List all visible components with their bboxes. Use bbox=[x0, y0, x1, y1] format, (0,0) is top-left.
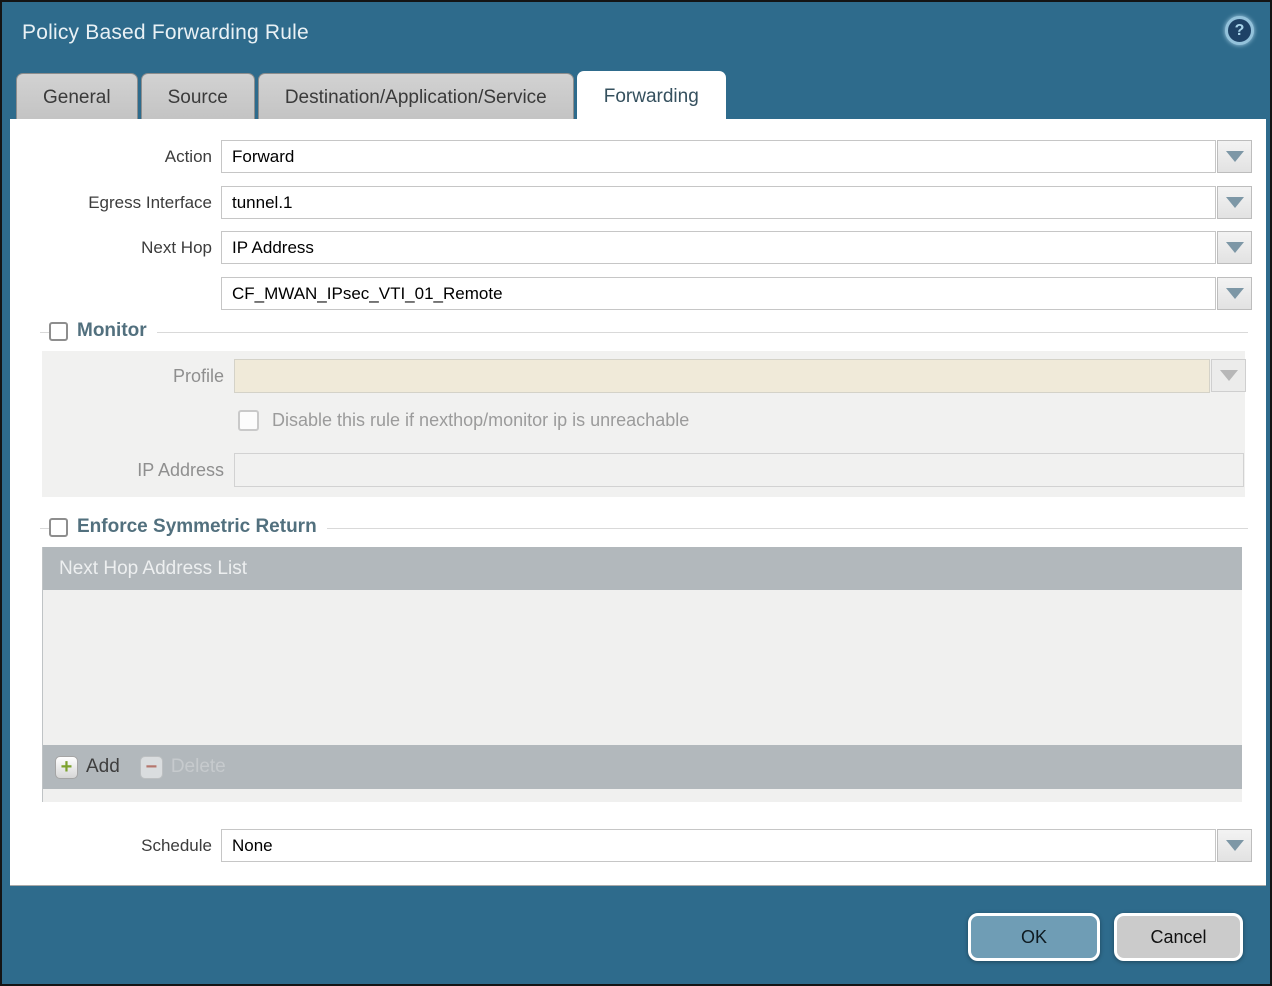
delete-button-label: Delete bbox=[171, 756, 226, 778]
ok-button[interactable]: OK bbox=[968, 913, 1100, 961]
tab-bar: General Source Destination/Application/S… bbox=[16, 71, 726, 121]
egress-interface-value[interactable]: tunnel.1 bbox=[221, 186, 1216, 219]
egress-interface-field: tunnel.1 bbox=[221, 186, 1252, 219]
profile-value[interactable] bbox=[234, 359, 1210, 393]
profile-label: Profile bbox=[42, 359, 224, 393]
tab-general[interactable]: General bbox=[16, 73, 138, 121]
next-hop-field: IP Address bbox=[221, 231, 1252, 264]
cancel-button[interactable]: Cancel bbox=[1114, 913, 1243, 961]
tab-forwarding[interactable]: Forwarding bbox=[577, 71, 726, 121]
egress-interface-dropdown-button[interactable] bbox=[1217, 186, 1252, 219]
next-hop-address-dropdown-button[interactable] bbox=[1217, 277, 1252, 310]
chevron-down-icon bbox=[1220, 370, 1238, 381]
monitor-ip-address-label: IP Address bbox=[42, 453, 224, 487]
action-dropdown-button[interactable] bbox=[1217, 140, 1252, 173]
next-hop-address-value[interactable]: CF_MWAN_IPsec_VTI_01_Remote bbox=[221, 277, 1216, 310]
plus-icon: + bbox=[55, 756, 78, 779]
schedule-value[interactable]: None bbox=[221, 829, 1216, 862]
monitor-box: Profile Disable this rule if nexthop/mon… bbox=[42, 351, 1245, 497]
divider bbox=[40, 332, 1248, 333]
table-bottom-spacer bbox=[43, 789, 1242, 802]
monitor-ip-address-input[interactable] bbox=[234, 453, 1244, 487]
monitor-checkbox[interactable] bbox=[49, 322, 68, 341]
forwarding-tab-panel: Action Forward Egress Interface tunnel.1… bbox=[10, 119, 1266, 886]
disable-rule-row: Disable this rule if nexthop/monitor ip … bbox=[238, 410, 689, 431]
next-hop-dropdown-button[interactable] bbox=[1217, 231, 1252, 264]
table-toolbar: + Add − Delete bbox=[43, 745, 1242, 789]
enforce-symmetric-return-section-header: Enforce Symmetric Return bbox=[40, 517, 1248, 539]
chevron-down-icon bbox=[1226, 197, 1244, 208]
schedule-label: Schedule bbox=[10, 829, 212, 862]
add-button[interactable]: + Add bbox=[55, 756, 120, 779]
minus-icon: − bbox=[140, 756, 163, 779]
next-hop-address-list-header: Next Hop Address List bbox=[43, 547, 1242, 590]
next-hop-label: Next Hop bbox=[10, 231, 212, 264]
disable-rule-checkbox[interactable] bbox=[238, 410, 259, 431]
action-label: Action bbox=[10, 140, 212, 173]
chevron-down-icon bbox=[1226, 288, 1244, 299]
enforce-symmetric-return-checkbox[interactable] bbox=[49, 518, 68, 537]
enforce-symmetric-return-label: Enforce Symmetric Return bbox=[77, 516, 317, 538]
disable-rule-label: Disable this rule if nexthop/monitor ip … bbox=[272, 410, 689, 431]
action-field: Forward bbox=[221, 140, 1252, 173]
tab-source[interactable]: Source bbox=[141, 73, 255, 121]
pbf-rule-dialog: Policy Based Forwarding Rule ? General S… bbox=[0, 0, 1272, 986]
help-icon[interactable]: ? bbox=[1225, 16, 1254, 45]
monitor-section-header: Monitor bbox=[40, 321, 1248, 343]
dialog-title: Policy Based Forwarding Rule bbox=[22, 21, 309, 45]
schedule-field: None bbox=[221, 829, 1252, 862]
next-hop-value[interactable]: IP Address bbox=[221, 231, 1216, 264]
action-value[interactable]: Forward bbox=[221, 140, 1216, 173]
tab-destination-application-service[interactable]: Destination/Application/Service bbox=[258, 73, 574, 121]
egress-interface-label: Egress Interface bbox=[10, 186, 212, 219]
chevron-down-icon bbox=[1226, 242, 1244, 253]
schedule-dropdown-button[interactable] bbox=[1217, 829, 1252, 862]
next-hop-address-field: CF_MWAN_IPsec_VTI_01_Remote bbox=[221, 277, 1252, 310]
chevron-down-icon bbox=[1226, 151, 1244, 162]
profile-dropdown-button[interactable] bbox=[1211, 359, 1246, 392]
add-button-label: Add bbox=[86, 756, 120, 778]
next-hop-address-list-body[interactable] bbox=[43, 590, 1242, 745]
next-hop-address-list-table: Next Hop Address List + Add − Delete bbox=[42, 547, 1242, 802]
profile-field bbox=[234, 359, 1246, 393]
chevron-down-icon bbox=[1226, 840, 1244, 851]
delete-button[interactable]: − Delete bbox=[140, 756, 226, 779]
monitor-section-label: Monitor bbox=[77, 320, 147, 342]
